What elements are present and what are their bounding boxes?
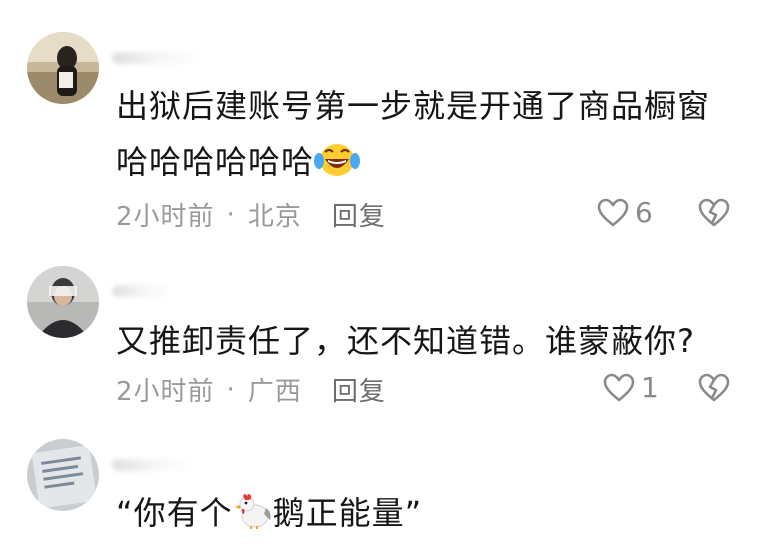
comment-text-line: 哈哈哈哈哈哈 (116, 134, 728, 190)
rooster-emoji-icon (233, 490, 273, 530)
comment-item: 又推卸责任了，还不知道错。谁蒙蔽你? 2小时前 · 广西 回复 1 (0, 255, 768, 425)
comment-item: “你有个 鹅正能量” (0, 425, 768, 532)
like-button[interactable]: 1 (603, 371, 659, 404)
comment-text-laugh: 哈哈哈哈哈哈 (116, 143, 315, 181)
comment-text: “你有个 鹅正能量” (116, 485, 728, 541)
meta-separator: · (226, 199, 236, 230)
username-blurred[interactable] (112, 459, 192, 471)
dislike-button[interactable] (698, 198, 730, 232)
comment-time: 2小时前 (116, 202, 215, 232)
comment-meta: 2小时前 · 广西 回复 (116, 371, 386, 408)
broken-heart-outline-icon (698, 373, 730, 402)
avatar[interactable] (27, 439, 99, 511)
comment-location: 北京 (247, 202, 302, 232)
comment-item: 出狱后建账号第一步就是开通了商品橱窗 哈哈哈哈哈哈 2小时前 · 北京 回复 6 (0, 0, 768, 255)
comment-time: 2小时前 (116, 377, 215, 407)
comment-text-after: 鹅正能量” (272, 494, 423, 532)
like-count: 1 (641, 371, 659, 404)
like-button[interactable]: 6 (597, 196, 653, 229)
comment-text-before: “你有个 (116, 494, 233, 532)
comment-text-line: 又推卸责任了，还不知道错。谁蒙蔽你? (116, 322, 695, 360)
laughing-tears-emoji-icon (314, 139, 361, 179)
reply-button[interactable]: 回复 (332, 196, 386, 233)
comment-text: 出狱后建账号第一步就是开通了商品橱窗 哈哈哈哈哈哈 (116, 78, 728, 190)
username-blurred[interactable] (112, 52, 202, 64)
comment-text: 又推卸责任了，还不知道错。谁蒙蔽你? (116, 313, 728, 369)
broken-heart-outline-icon (698, 198, 730, 227)
avatar[interactable] (27, 266, 99, 338)
like-count: 6 (635, 196, 653, 229)
meta-separator: · (226, 374, 236, 405)
heart-outline-icon (597, 198, 629, 226)
reply-button[interactable]: 回复 (332, 371, 386, 408)
avatar[interactable] (27, 32, 99, 104)
comment-text-line: “你有个 鹅正能量” (116, 485, 728, 541)
comment-text-line: 出狱后建账号第一步就是开通了商品橱窗 (116, 87, 711, 125)
heart-outline-icon (603, 373, 635, 401)
username-blurred[interactable] (112, 285, 172, 297)
comment-meta: 2小时前 · 北京 回复 (116, 196, 386, 233)
comment-location: 广西 (247, 377, 302, 407)
dislike-button[interactable] (698, 373, 730, 407)
